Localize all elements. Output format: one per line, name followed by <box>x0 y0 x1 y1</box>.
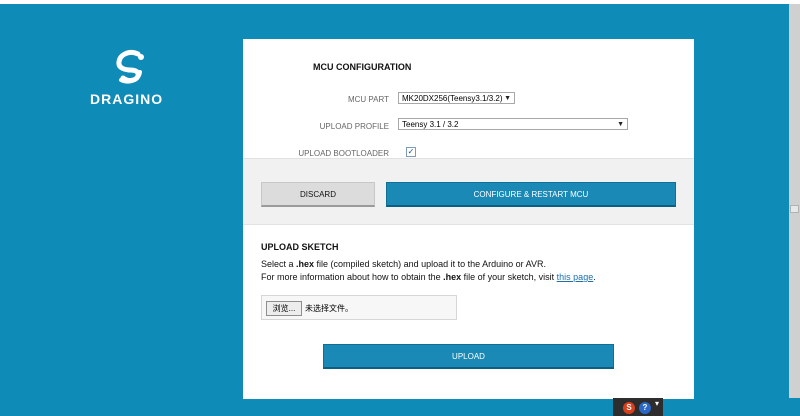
scrollbar-thumb[interactable] <box>790 205 799 213</box>
chevron-down-icon: ▼ <box>504 95 511 102</box>
top-white-strip <box>0 0 800 4</box>
upload-profile-select[interactable]: Teensy 3.1 / 3.2 ▼ <box>398 118 628 130</box>
help-icon[interactable]: ? <box>639 402 651 414</box>
mcu-part-select[interactable]: MK20DX256(Teensy3.1/3.2) ▼ <box>398 92 515 104</box>
brand-logo: DRAGINO <box>88 45 178 115</box>
app-s-icon[interactable]: S <box>623 402 635 414</box>
file-input[interactable]: 浏览... 未选择文件。 <box>261 295 457 320</box>
no-file-selected-text: 未选择文件。 <box>305 304 353 313</box>
tray-expand-icon[interactable]: ▾ <box>655 399 659 408</box>
upload-bootloader-label: UPLOAD BOOTLOADER <box>298 149 389 158</box>
chevron-down-icon: ▼ <box>617 121 624 128</box>
configure-restart-button[interactable]: CONFIGURE & RESTART MCU <box>386 182 676 207</box>
hex-emphasis: .hex <box>443 272 462 282</box>
upload-profile-label: UPLOAD PROFILE <box>319 122 389 131</box>
text-fragment: file (compiled sketch) and upload it to … <box>314 259 547 269</box>
this-page-link[interactable]: this page <box>557 272 594 282</box>
mcu-part-label: MCU PART <box>347 95 389 104</box>
text-fragment: file of your sketch, visit <box>461 272 557 282</box>
mcu-part-value: MK20DX256(Teensy3.1/3.2) <box>402 94 503 103</box>
dragino-logo-icon <box>116 49 144 84</box>
upload-profile-value: Teensy 3.1 / 3.2 <box>402 120 459 129</box>
hex-emphasis: .hex <box>296 259 315 269</box>
divider <box>243 224 694 225</box>
discard-button[interactable]: DISCARD <box>261 182 375 207</box>
browse-button[interactable]: 浏览... <box>266 301 302 316</box>
upload-description-line-1: Select a .hex file (compiled sketch) and… <box>261 258 596 271</box>
mcu-configuration-title: MCU CONFIGURATION <box>313 62 412 72</box>
configuration-panel: MCU CONFIGURATION MCU PART MK20DX256(Tee… <box>243 39 694 399</box>
brand-name: DRAGINO <box>90 91 164 107</box>
upload-button[interactable]: UPLOAD <box>323 344 614 369</box>
text-fragment: Select a <box>261 259 297 269</box>
text-fragment: . <box>593 272 596 282</box>
text-fragment: For more information about how to obtain… <box>261 272 444 282</box>
upload-bootloader-checkbox[interactable]: ✓ <box>406 147 416 157</box>
upload-description-line-2: For more information about how to obtain… <box>261 271 596 284</box>
upload-description: Select a .hex file (compiled sketch) and… <box>261 258 596 284</box>
upload-sketch-title: UPLOAD SKETCH <box>261 242 339 252</box>
vertical-scrollbar[interactable] <box>789 4 800 398</box>
